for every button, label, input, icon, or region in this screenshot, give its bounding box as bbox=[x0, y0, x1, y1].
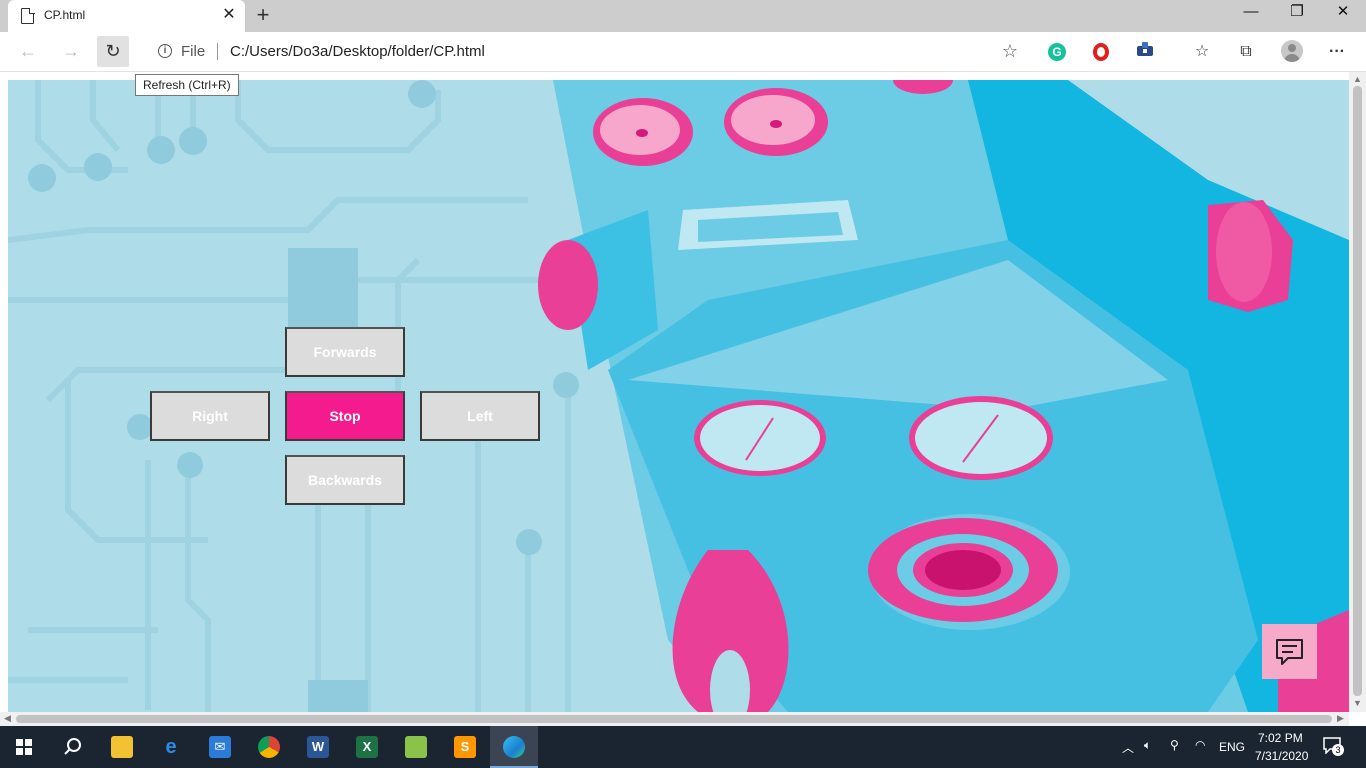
tab-title: CP.html bbox=[44, 8, 86, 22]
favorites-icon[interactable]: ☆ bbox=[1191, 41, 1213, 63]
stop-button[interactable]: Stop bbox=[285, 391, 405, 441]
tab-close-icon[interactable]: ✕ bbox=[220, 6, 238, 24]
file-explorer-icon bbox=[111, 736, 133, 758]
horizontal-scroll-thumb[interactable] bbox=[16, 715, 1332, 723]
back-button[interactable]: ← bbox=[12, 36, 44, 67]
address-divider bbox=[217, 43, 218, 60]
minimize-button[interactable]: — bbox=[1228, 0, 1274, 28]
new-tab-button[interactable]: + bbox=[252, 3, 274, 27]
close-window-button[interactable]: ✕ bbox=[1320, 0, 1366, 28]
windows-taskbar: e ✉ W X S ︿ 🔈︎ ⚲ ◠ ENG 7:02 PM 7/31/2020… bbox=[0, 726, 1366, 768]
add-favorite-icon[interactable]: ☆ bbox=[1002, 41, 1018, 62]
address-url[interactable]: C:/Users/Do3a/Desktop/folder/CP.html bbox=[230, 43, 485, 60]
taskbar-mail[interactable]: ✉ bbox=[196, 726, 244, 768]
backwards-button[interactable]: Backwards bbox=[285, 455, 405, 505]
grammarly-extension-icon[interactable]: G bbox=[1048, 43, 1066, 61]
browser-toolbar: ← → ↻ i File C:/Users/Do3a/Desktop/folde… bbox=[0, 32, 1366, 72]
feedback-icon bbox=[1276, 639, 1303, 665]
address-bar[interactable]: i File C:/Users/Do3a/Desktop/folder/CP.h… bbox=[146, 36, 1030, 67]
horizontal-scrollbar[interactable]: ◀ ▶ bbox=[0, 712, 1349, 726]
site-info-icon[interactable]: i bbox=[158, 44, 172, 58]
volume-icon[interactable]: 🔈︎ bbox=[1144, 738, 1151, 753]
profile-avatar-icon[interactable] bbox=[1281, 40, 1303, 62]
forwards-button[interactable]: Forwards bbox=[285, 327, 405, 377]
tab-strip: CP.html ✕ + — ❐ ✕ bbox=[0, 0, 1366, 32]
refresh-tooltip: Refresh (Ctrl+R) bbox=[135, 74, 239, 96]
notepad-icon bbox=[405, 736, 427, 758]
taskbar-file-explorer[interactable] bbox=[98, 726, 146, 768]
forward-button[interactable]: → bbox=[55, 36, 87, 67]
start-icon bbox=[16, 739, 32, 755]
wifi-icon[interactable]: ◠ bbox=[1195, 738, 1205, 752]
language-indicator[interactable]: ENG bbox=[1219, 740, 1245, 754]
scroll-down-icon[interactable]: ▼ bbox=[1353, 698, 1362, 708]
action-center-button[interactable]: 3 bbox=[1322, 736, 1346, 760]
scroll-left-icon[interactable]: ◀ bbox=[4, 713, 11, 724]
feedback-button[interactable] bbox=[1262, 624, 1317, 679]
taskbar-sublime-text[interactable]: S bbox=[441, 726, 489, 768]
taskbar-excel[interactable]: X bbox=[343, 726, 391, 768]
vertical-scroll-thumb[interactable] bbox=[1353, 86, 1362, 696]
vertical-scrollbar[interactable]: ▲ ▼ bbox=[1349, 72, 1366, 712]
edge-icon bbox=[503, 736, 525, 758]
taskbar-edge-legacy[interactable]: e bbox=[147, 726, 195, 768]
word-icon: W bbox=[307, 736, 329, 758]
search-icon bbox=[64, 738, 81, 755]
left-button[interactable]: Left bbox=[420, 391, 540, 441]
extension-icon[interactable] bbox=[1134, 41, 1156, 63]
clock-time[interactable]: 7:02 PM bbox=[1258, 731, 1303, 745]
page-viewport: Forwards Right Stop Left Backwards ▲ ▼ ◀… bbox=[0, 72, 1366, 726]
opera-extension-icon[interactable] bbox=[1093, 43, 1109, 61]
show-hidden-icons-chevron-icon[interactable]: ︿ bbox=[1122, 739, 1134, 756]
restore-button[interactable]: ❐ bbox=[1274, 0, 1320, 28]
sublime-text-icon: S bbox=[454, 736, 476, 758]
taskbar-edge[interactable] bbox=[490, 726, 538, 768]
start-button[interactable] bbox=[0, 726, 48, 768]
refresh-button[interactable]: ↻ bbox=[97, 36, 129, 67]
network-icon[interactable]: ⚲ bbox=[1170, 738, 1179, 752]
taskbar-notepad[interactable] bbox=[392, 726, 440, 768]
search-button[interactable] bbox=[48, 726, 96, 768]
robot-background-image: Forwards Right Stop Left Backwards bbox=[8, 80, 1349, 712]
clock-date[interactable]: 7/31/2020 bbox=[1255, 749, 1308, 763]
page-icon bbox=[21, 7, 35, 24]
right-button[interactable]: Right bbox=[150, 391, 270, 441]
settings-menu-icon[interactable]: ··· bbox=[1326, 41, 1348, 63]
address-scheme-label: File bbox=[181, 43, 206, 60]
excel-icon: X bbox=[356, 736, 378, 758]
scroll-up-icon[interactable]: ▲ bbox=[1353, 74, 1362, 84]
mail-icon: ✉ bbox=[209, 736, 231, 758]
browser-tab[interactable]: CP.html ✕ bbox=[8, 0, 245, 32]
taskbar-chrome[interactable] bbox=[245, 726, 293, 768]
notification-count-badge: 3 bbox=[1332, 744, 1344, 756]
edge-legacy-icon: e bbox=[165, 736, 177, 758]
collections-icon[interactable]: ⧉ bbox=[1235, 41, 1257, 63]
scroll-right-icon[interactable]: ▶ bbox=[1337, 713, 1344, 724]
chrome-icon bbox=[258, 736, 280, 758]
taskbar-word[interactable]: W bbox=[294, 726, 342, 768]
